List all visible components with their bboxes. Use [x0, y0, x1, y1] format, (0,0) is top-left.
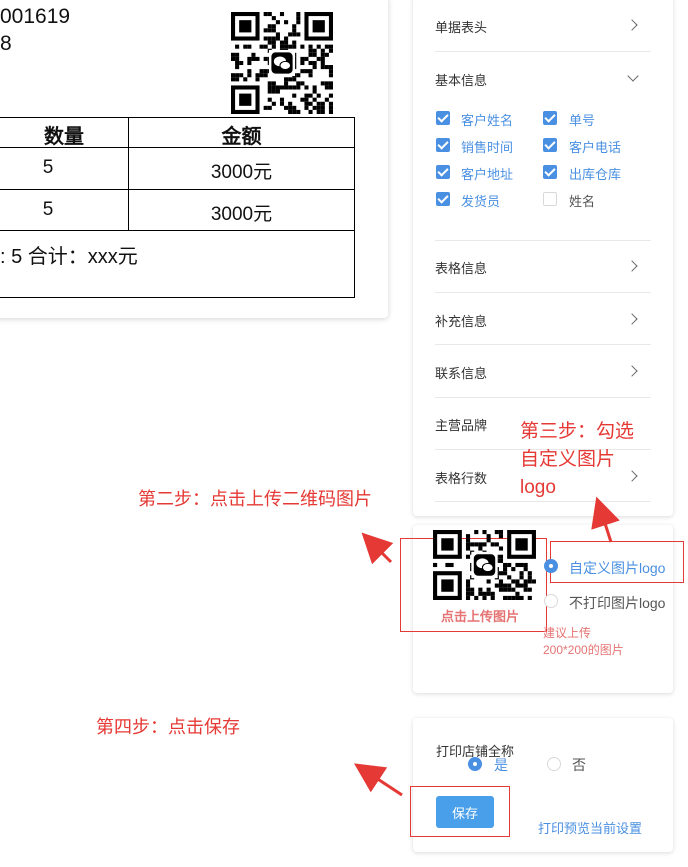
- radio-no-logo-label[interactable]: 不打印图片logo: [569, 593, 665, 613]
- checkbox-label: 客户电话: [569, 140, 622, 155]
- table-header-quantity: 数量: [44, 126, 84, 148]
- document-line2-fragment: 8: [0, 32, 12, 55]
- order-number-fragment: 001619: [0, 5, 71, 28]
- upload-hint-line1: 建议上传: [543, 626, 592, 640]
- radio-custom-logo[interactable]: [544, 559, 558, 573]
- checkbox-sale-time[interactable]: [436, 138, 450, 152]
- annotation-step4: 第四步：点击保存: [96, 717, 240, 737]
- table-cell: 3000元: [210, 162, 273, 183]
- arrow-icon: [353, 763, 403, 797]
- upload-hint-line2: 200*200的图片: [543, 643, 624, 657]
- checkbox-name[interactable]: [543, 192, 557, 206]
- checkbox-shipper[interactable]: [436, 192, 450, 206]
- radio-yes-label[interactable]: 是: [494, 755, 508, 775]
- table-cell: 5: [42, 157, 54, 178]
- checkbox-customer-phone[interactable]: [543, 138, 557, 152]
- section-table-rows[interactable]: 表格行数: [435, 468, 487, 487]
- upload-qr-image[interactable]: [433, 530, 536, 600]
- section-extra-info[interactable]: 补充信息: [435, 311, 487, 330]
- section-contact-info[interactable]: 联系信息: [435, 363, 487, 382]
- section-basic-info[interactable]: 基本信息: [435, 70, 487, 89]
- checkbox-customer-address[interactable]: [436, 165, 450, 179]
- checkbox-label: 客户地址: [461, 167, 514, 182]
- arrow-icon: [361, 532, 394, 565]
- radio-yes[interactable]: [468, 757, 482, 771]
- checkbox-label: 单号: [569, 113, 596, 128]
- section-table-info[interactable]: 表格信息: [435, 258, 487, 277]
- annotation-step2: 第二步：点击上传二维码图片: [138, 489, 372, 509]
- section-document-header[interactable]: 单据表头: [435, 17, 487, 36]
- radio-custom-logo-label[interactable]: 自定义图片logo: [569, 558, 665, 578]
- upload-image-button[interactable]: 点击上传图片: [400, 606, 560, 625]
- annotation-step3-line1: 第三步：勾选: [520, 421, 635, 442]
- save-button[interactable]: 保存: [436, 796, 494, 828]
- table-cell: 3000元: [210, 204, 273, 225]
- checkbox-label: 发货员: [461, 194, 501, 209]
- print-preview-link[interactable]: 打印预览当前设置: [538, 818, 642, 837]
- checkbox-label: 出库仓库: [569, 167, 622, 182]
- upload-hint: 建议上传 200*200的图片: [543, 625, 624, 659]
- table-summary: : 5 合计：xxx元: [0, 246, 138, 268]
- annotation-step3-line3: logo: [520, 477, 556, 498]
- table-cell: 5: [42, 199, 54, 220]
- table-border: [0, 117, 355, 118]
- checkbox-label: 客户姓名: [461, 113, 514, 128]
- checkbox-label: 姓名: [569, 194, 596, 209]
- annotation-step3: 第三步：勾选 自定义图片 logo: [520, 418, 634, 502]
- checkbox-warehouse[interactable]: [543, 165, 557, 179]
- radio-no-label[interactable]: 否: [572, 755, 586, 775]
- table-header-amount: 金额: [221, 126, 262, 148]
- section-main-brand[interactable]: 主营品牌: [435, 415, 487, 434]
- radio-no-logo[interactable]: [544, 594, 558, 608]
- checkbox-order-number[interactable]: [543, 111, 557, 125]
- qr-code-icon: [231, 12, 333, 114]
- checkbox-label: 销售时间: [461, 140, 514, 155]
- radio-no[interactable]: [547, 757, 561, 771]
- annotation-step3-line2: 自定义图片: [520, 449, 616, 470]
- checkbox-customer-name[interactable]: [436, 111, 450, 125]
